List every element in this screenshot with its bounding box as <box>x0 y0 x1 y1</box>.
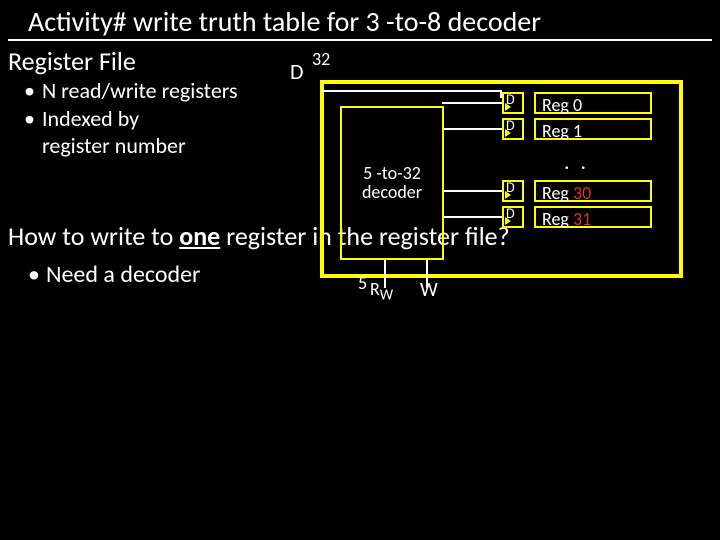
register-file-diagram: D 32 5 -to-32 decoder D D D D Reg 0 Reg … <box>320 80 700 290</box>
wire <box>442 102 502 104</box>
dff-icon: D <box>502 118 524 140</box>
reg-index: 31 <box>573 208 591 230</box>
bullet-item: N read/write registers <box>42 77 238 104</box>
ellipsis: . . <box>564 148 589 175</box>
register-cell: Reg 1 <box>534 118 652 140</box>
dff-icon: D <box>502 180 524 202</box>
emphasis-one: one <box>179 220 220 252</box>
bullet-item: Indexed by <box>42 105 139 132</box>
dff-icon: D <box>502 206 524 228</box>
decoder-label-2: decoder <box>342 183 442 202</box>
wire <box>442 128 502 130</box>
d-input-label: D <box>290 58 304 85</box>
register-cell: Reg 31 <box>534 206 652 228</box>
w-enable-label: W <box>420 278 438 302</box>
d-bus-width: 32 <box>312 48 330 70</box>
rw-bus-width: 5 <box>358 272 367 294</box>
reg-index: 30 <box>573 182 591 204</box>
wire <box>442 216 502 218</box>
regfile-box: 5 -to-32 decoder D D D D Reg 0 Reg 1 . .… <box>320 80 683 278</box>
rw-label: RW <box>370 278 393 305</box>
section-heading: Register File <box>0 41 720 77</box>
register-cell: Reg 30 <box>534 180 652 202</box>
slide-title: Activity# write truth table for 3 -to-8 … <box>8 0 712 41</box>
register-cell: Reg 0 <box>534 92 652 114</box>
dff-icon: D <box>502 92 524 114</box>
wire <box>322 90 502 92</box>
decoder-block: 5 -to-32 decoder <box>340 106 444 260</box>
bullet-item: register number <box>42 132 186 159</box>
wire <box>442 190 502 192</box>
